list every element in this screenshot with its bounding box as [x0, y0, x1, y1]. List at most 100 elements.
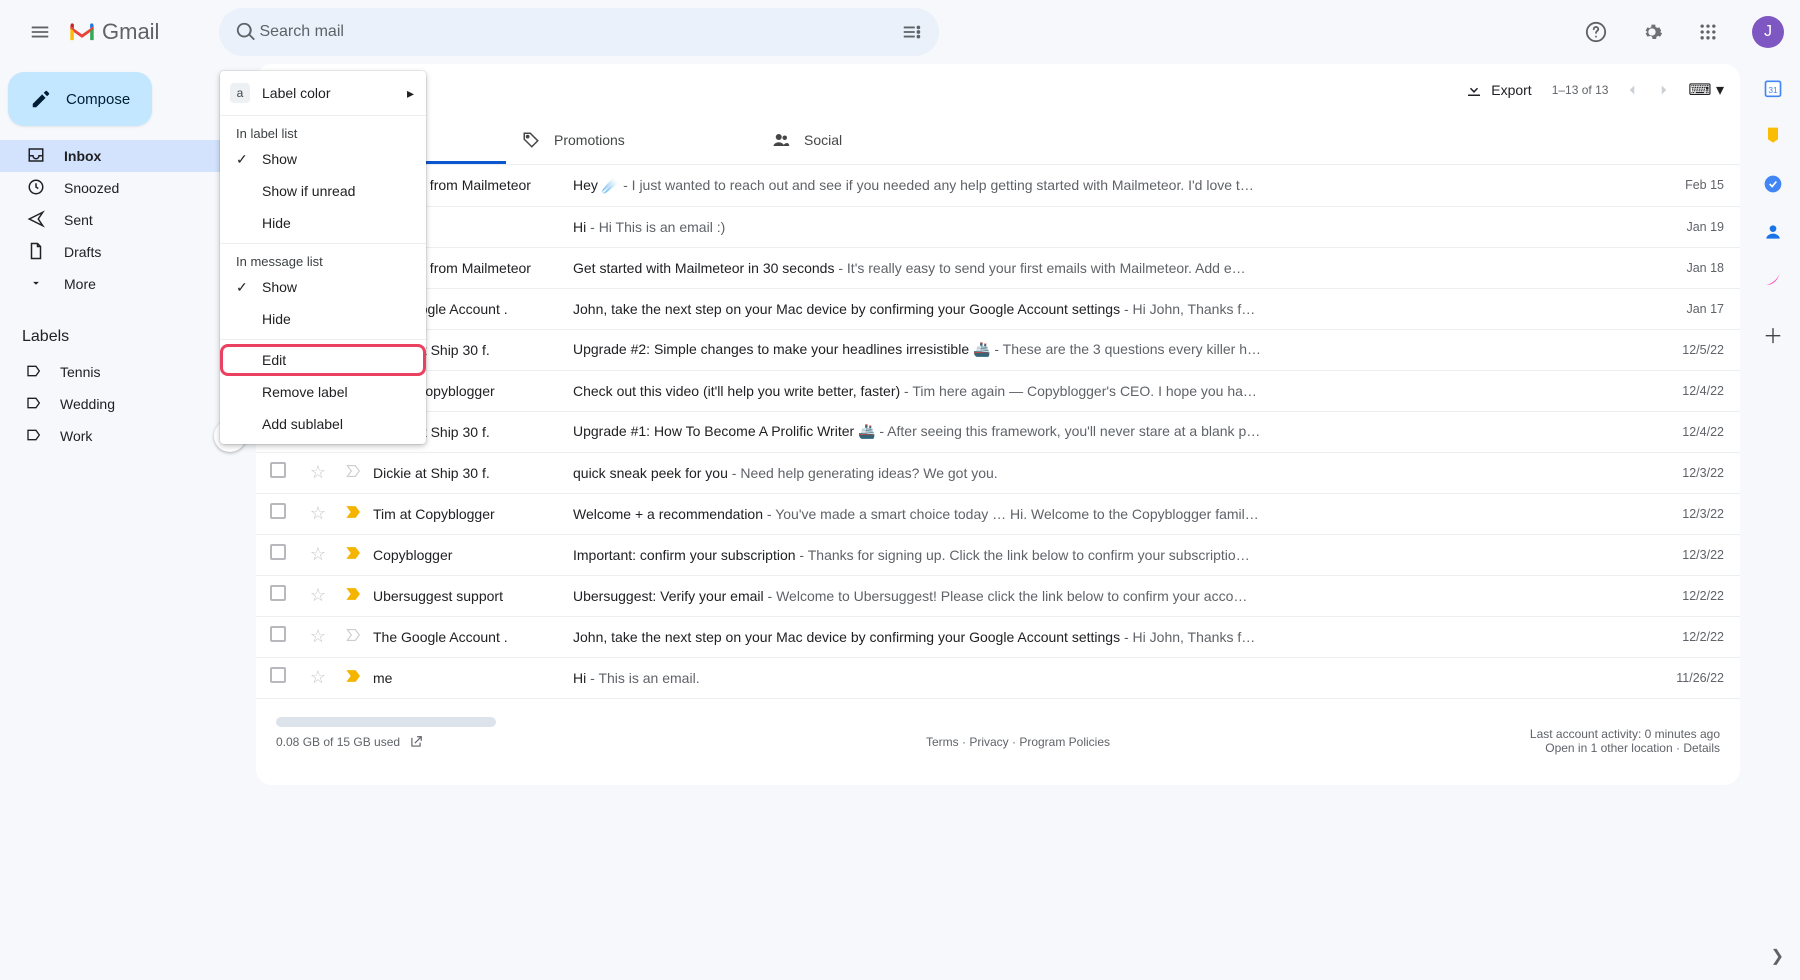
ctx-section-message-list: In message list — [220, 248, 426, 271]
email-date: 12/4/22 — [1650, 411, 1740, 452]
keep-addon[interactable] — [1763, 126, 1783, 146]
get-addons-button[interactable]: ＋ — [1763, 324, 1783, 344]
footer-privacy[interactable]: Privacy — [969, 735, 1008, 749]
apps-button[interactable] — [1688, 12, 1728, 52]
footer-activity: Last account activity: 0 minutes ago — [1460, 727, 1720, 741]
nav-snoozed[interactable]: Snoozed — [0, 172, 246, 204]
pencil-icon — [30, 88, 52, 110]
email-row[interactable]: ☆The Google Account .John, take the next… — [256, 616, 1740, 657]
ctx-edit[interactable]: Edit — [220, 344, 426, 376]
email-row[interactable]: ☆Corentin from MailmeteorGet started wit… — [256, 247, 1740, 288]
select-checkbox[interactable] — [270, 462, 286, 478]
ctx-labellist-hide[interactable]: Hide — [220, 207, 426, 239]
nav-more[interactable]: More — [0, 268, 246, 300]
search-bar[interactable] — [219, 8, 939, 56]
email-row[interactable]: ☆The Google Account .John, take the next… — [256, 288, 1740, 329]
ctx-labellist-show-if-unread[interactable]: Show if unread — [220, 175, 426, 207]
email-subject: Ubersuggest: Verify your email - Welcome… — [572, 575, 1650, 616]
email-subject: Hey ☄️ - I just wanted to reach out and … — [572, 165, 1650, 206]
nav-drafts[interactable]: Drafts — [0, 236, 246, 268]
email-row[interactable]: ☆Dickie at Ship 30 f.Upgrade #1: How To … — [256, 411, 1740, 452]
email-date: 12/5/22 — [1650, 329, 1740, 370]
gmail-icon — [68, 21, 96, 43]
email-date: Jan 18 — [1650, 247, 1740, 288]
importance-marker[interactable] — [346, 464, 362, 481]
email-row[interactable]: ☆Hi - Hi This is an email :)Jan 19 — [256, 206, 1740, 247]
contacts-addon[interactable] — [1763, 222, 1783, 242]
tab-promotions[interactable]: Promotions — [506, 116, 756, 164]
side-panel-collapse[interactable]: ❯ — [1771, 946, 1784, 966]
ctx-msglist-show[interactable]: ✓Show — [220, 271, 426, 303]
importance-marker[interactable] — [346, 546, 362, 563]
account-avatar[interactable]: J — [1752, 16, 1784, 48]
support-button[interactable] — [1576, 12, 1616, 52]
star-button[interactable]: ☆ — [300, 493, 336, 534]
compose-button[interactable]: Compose — [8, 72, 152, 126]
email-sender: Ubersuggest support — [372, 575, 572, 616]
ctx-remove-label[interactable]: Remove label — [220, 376, 426, 408]
main-menu-button[interactable] — [16, 8, 64, 56]
email-subject: John, take the next step on your Mac dev… — [572, 288, 1650, 329]
email-row[interactable]: ☆CopybloggerImportant: confirm your subs… — [256, 534, 1740, 575]
importance-marker[interactable] — [346, 505, 362, 522]
ctx-msglist-hide[interactable]: Hide — [220, 303, 426, 335]
ctx-add-sublabel[interactable]: Add sublabel — [220, 408, 426, 440]
star-button[interactable]: ☆ — [300, 657, 336, 698]
email-row[interactable]: ☆Dickie at Ship 30 f.quick sneak peek fo… — [256, 452, 1740, 493]
select-checkbox[interactable] — [270, 585, 286, 601]
footer-open-in[interactable]: Open in 1 other location · Details — [1460, 741, 1720, 755]
tab-social[interactable]: Social — [756, 116, 1006, 164]
footer-terms[interactable]: Terms — [926, 735, 959, 749]
horizontal-scrollbar[interactable] — [276, 717, 496, 727]
email-sender: Copyblogger — [372, 534, 572, 575]
star-button[interactable]: ☆ — [300, 452, 336, 493]
ctx-section-label-list: In label list — [220, 120, 426, 143]
email-row[interactable]: ☆Tim at CopybloggerWelcome + a recommend… — [256, 493, 1740, 534]
ctx-labellist-show[interactable]: ✓Show — [220, 143, 426, 175]
select-checkbox[interactable] — [270, 503, 286, 519]
calendar-addon[interactable]: 31 — [1763, 78, 1783, 98]
star-button[interactable]: ☆ — [300, 616, 336, 657]
tasks-addon[interactable] — [1763, 174, 1783, 194]
star-button[interactable]: ☆ — [300, 534, 336, 575]
nav-sent[interactable]: Sent — [0, 204, 246, 236]
prev-page-button[interactable] — [1616, 74, 1648, 106]
addon-custom[interactable] — [1763, 270, 1783, 290]
search-options-icon[interactable] — [901, 21, 923, 43]
email-row[interactable]: ☆Dickie at Ship 30 f.Upgrade #2: Simple … — [256, 329, 1740, 370]
search-input[interactable] — [257, 22, 901, 42]
select-checkbox[interactable] — [270, 667, 286, 683]
nav-inbox[interactable]: Inbox — [0, 140, 246, 172]
importance-marker[interactable] — [346, 669, 362, 686]
next-page-button[interactable] — [1648, 74, 1680, 106]
label-item[interactable]: Work — [0, 420, 246, 452]
nav-list: Inbox Snoozed Sent Drafts More — [0, 140, 246, 300]
select-checkbox[interactable] — [270, 544, 286, 560]
email-subject: Upgrade #2: Simple changes to make your … — [572, 329, 1650, 370]
search-icon[interactable] — [235, 21, 257, 43]
open-in-new-icon[interactable] — [409, 735, 423, 749]
export-button[interactable]: Export — [1465, 81, 1531, 99]
email-row[interactable]: ☆ Ubersuggest supportUbersuggest: Verify … — [256, 575, 1740, 616]
email-subject: Check out this video (it'll help you wri… — [572, 370, 1650, 411]
label-item[interactable]: Tennis — [0, 356, 246, 388]
email-date: 12/2/22 — [1650, 575, 1740, 616]
select-checkbox[interactable] — [270, 626, 286, 642]
clock-icon — [27, 178, 45, 196]
email-row[interactable]: ☆Corentin from MailmeteorHey ☄️ - I just… — [256, 165, 1740, 206]
email-date: 12/3/22 — [1650, 452, 1740, 493]
email-row[interactable]: ☆Tim at CopybloggerCheck out this video … — [256, 370, 1740, 411]
importance-marker[interactable] — [346, 628, 362, 645]
importance-marker[interactable] — [346, 587, 362, 604]
email-row[interactable]: ☆meHi - This is an email.11/26/22 — [256, 657, 1740, 698]
input-tools-button[interactable]: ⌨ ▾ — [1688, 80, 1724, 100]
settings-button[interactable] — [1632, 12, 1672, 52]
gear-icon — [1641, 21, 1663, 43]
gmail-logo[interactable]: Gmail — [68, 19, 159, 45]
label-item[interactable]: Wedding — [0, 388, 246, 420]
footer-policies[interactable]: Program Policies — [1019, 735, 1110, 749]
ctx-label-color[interactable]: a Label color ▸ — [220, 75, 426, 111]
star-button[interactable]: ☆ — [300, 575, 336, 616]
hamburger-icon — [29, 21, 51, 43]
label-context-menu: a Label color ▸ In label list ✓Show Show… — [220, 71, 426, 444]
